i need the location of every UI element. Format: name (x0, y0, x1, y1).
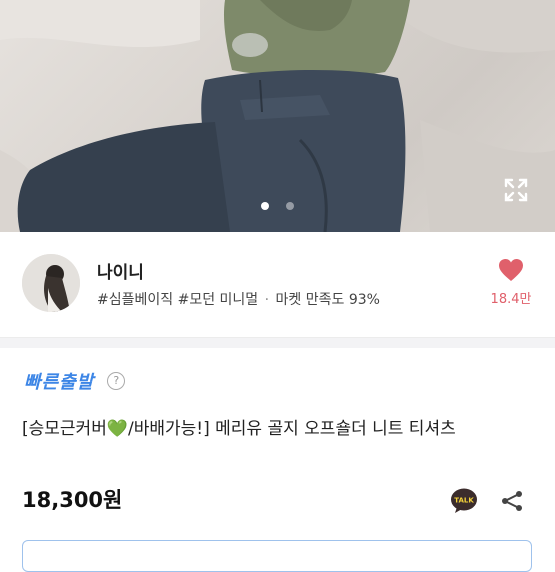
market-satisfaction: 마켓 만족도 93% (275, 292, 380, 308)
product-title-prefix: [승모근커버 (22, 419, 107, 439)
option-select-box[interactable] (22, 540, 532, 572)
product-photo-gallery[interactable] (0, 0, 555, 232)
fast-shipping-badge: 빠른출발 ? (24, 368, 126, 393)
seller-section[interactable]: 나이니 #심플베이직 #모던 미니멀 · 마켓 만족도 93% 18.4만 (0, 232, 555, 337)
share-icon[interactable] (500, 489, 524, 513)
like-button[interactable]: 18.4만 (488, 258, 534, 307)
product-title: [승모근커버💚/바배가능!] 메리유 골지 오프숄더 니트 티셔츠 (22, 416, 527, 442)
tag-separator: · (264, 292, 270, 308)
seller-tags: #심플베이직 #모던 미니멀 · 마켓 만족도 93% (97, 289, 380, 309)
like-count: 18.4만 (490, 292, 532, 307)
seller-name[interactable]: 나이니 (97, 258, 144, 283)
expand-icon[interactable] (503, 177, 529, 203)
product-title-suffix: /바배가능!] 메리유 골지 오프숄더 니트 티셔츠 (128, 419, 456, 439)
seller-avatar[interactable] (22, 254, 80, 312)
heart-icon (499, 259, 523, 281)
seller-tag[interactable]: #심플베이직 (97, 292, 173, 308)
gallery-pagination (0, 195, 555, 214)
pagination-dot[interactable] (286, 202, 295, 210)
pagination-dot-active[interactable] (260, 202, 269, 210)
green-heart-emoji: 💚 (106, 419, 129, 439)
product-price: 18,300원 (22, 488, 123, 512)
avatar-image (22, 254, 80, 312)
fast-shipping-label: 빠른출발 (24, 372, 95, 393)
seller-tag[interactable]: #모던 미니멀 (178, 292, 259, 308)
help-icon[interactable]: ? (107, 372, 126, 390)
talk-icon-text: TALK (454, 497, 474, 505)
section-divider (0, 337, 555, 348)
kakaotalk-icon[interactable]: TALK (450, 487, 478, 515)
